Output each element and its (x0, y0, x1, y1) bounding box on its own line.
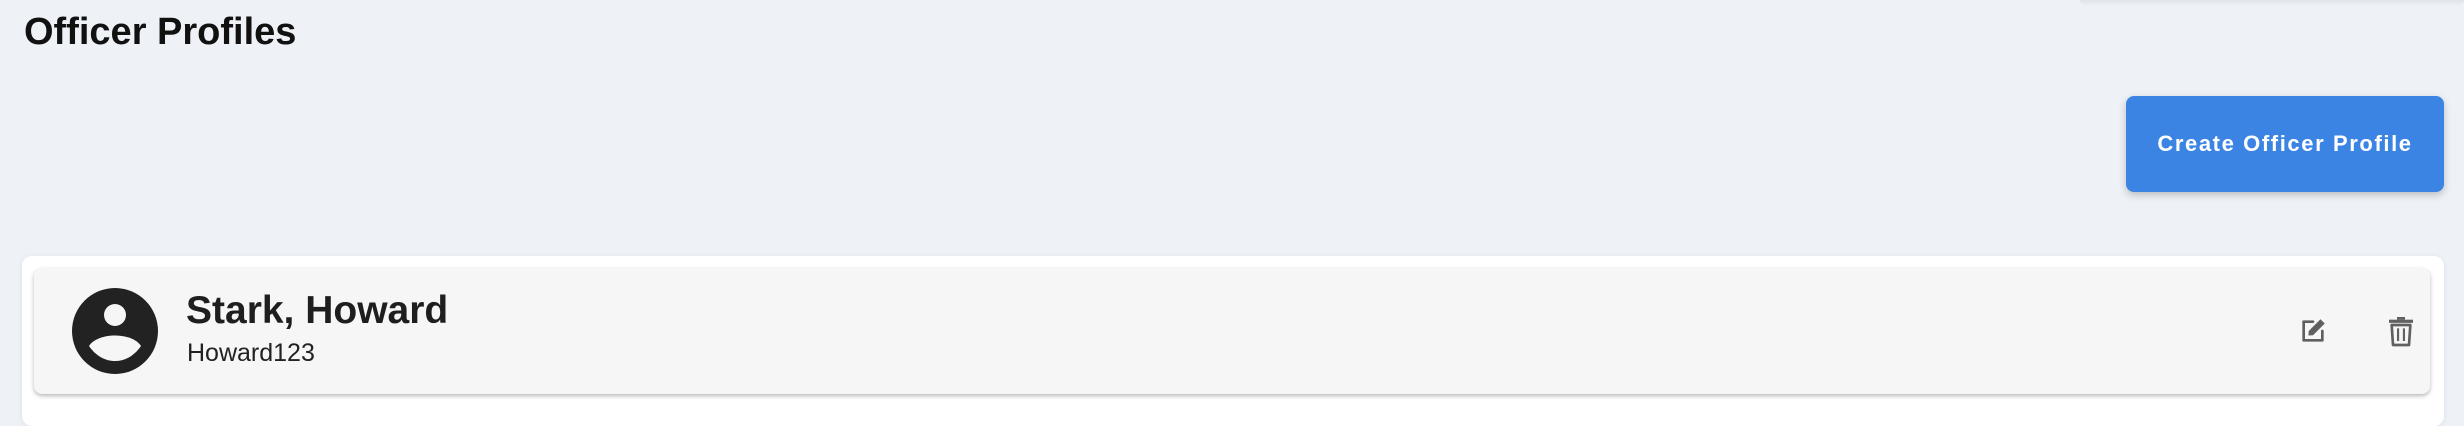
officer-profiles-card: Stark, Howard Howard123 (22, 256, 2444, 426)
edit-icon (2297, 315, 2329, 350)
page-title: Officer Profiles (24, 11, 297, 53)
account-circle-icon (72, 288, 158, 374)
delete-button[interactable] (2377, 308, 2425, 356)
officer-profile-row[interactable]: Stark, Howard Howard123 (34, 268, 2430, 394)
edit-button[interactable] (2289, 308, 2337, 356)
top-shadow-edge (2080, 0, 2464, 6)
officer-username: Howard123 (187, 339, 315, 367)
delete-icon (2386, 315, 2416, 350)
officer-name: Stark, Howard (186, 289, 449, 332)
create-officer-profile-button[interactable]: Create Officer Profile (2126, 96, 2444, 192)
